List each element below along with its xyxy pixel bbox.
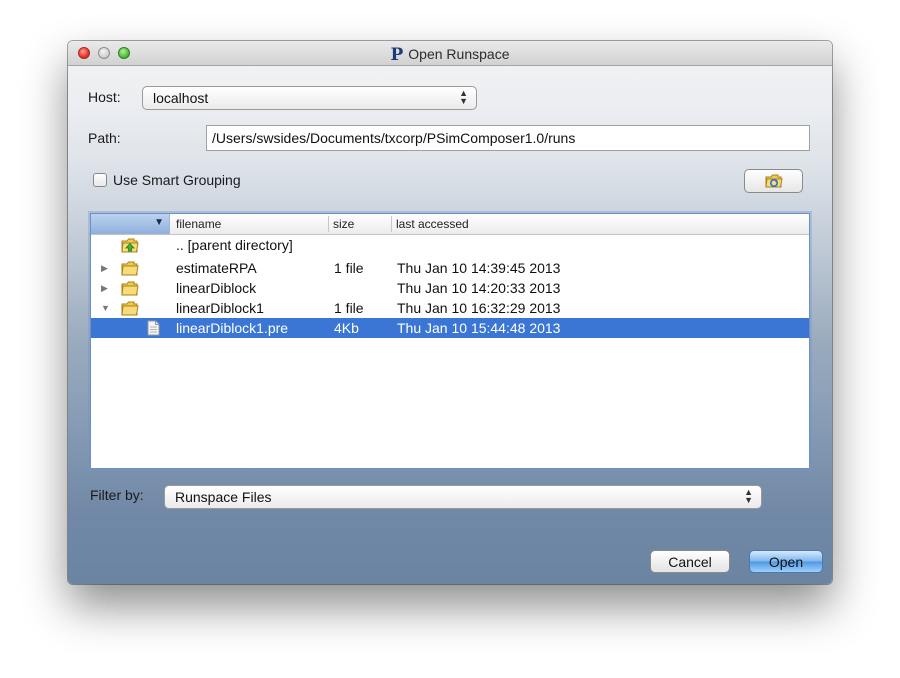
table-row[interactable]: ▼ linearDiblock1 1 file Thu Jan 10 16:32…: [91, 298, 809, 318]
table-row-selected[interactable]: linearDiblock1.pre 4Kb Thu Jan 10 15:44:…: [91, 318, 809, 338]
host-select[interactable]: localhost ▲ ▼: [142, 86, 477, 110]
folder-icon: [121, 281, 139, 296]
filter-select[interactable]: Runspace Files ▲ ▼: [164, 485, 762, 509]
table-row[interactable]: ▶ linearDiblock Thu Jan 10 14:20:33 2013: [91, 278, 809, 298]
size-cell: 4Kb: [334, 320, 359, 336]
filename-cell: linearDiblock1: [176, 300, 264, 316]
filename-cell: .. [parent directory]: [176, 237, 293, 253]
select-arrows-icon: ▲ ▼: [744, 487, 753, 505]
open-button[interactable]: Open: [749, 550, 823, 573]
last-accessed-cell: Thu Jan 10 14:39:45 2013: [397, 260, 561, 276]
table-row[interactable]: ▶ estimateRPA 1 file Thu Jan 10 14:39:45…: [91, 258, 809, 278]
folder-icon: [121, 261, 139, 276]
smart-grouping-checkbox[interactable]: [93, 173, 107, 187]
folder-refresh-icon: [765, 174, 783, 188]
host-label: Host:: [88, 89, 121, 105]
filename-cell: linearDiblock: [176, 280, 257, 296]
file-table[interactable]: ▼ filename size last accessed .. [parent…: [90, 213, 810, 469]
open-runspace-dialog: P Open Runspace Host: localhost ▲ ▼ Path: …: [68, 41, 832, 584]
smart-grouping-label[interactable]: Use Smart Grouping: [113, 172, 241, 188]
column-divider[interactable]: [391, 216, 392, 232]
expand-arrow-icon[interactable]: ▶: [101, 263, 108, 274]
filename-cell: linearDiblock1.pre: [176, 320, 289, 336]
column-header-filename[interactable]: filename: [176, 217, 221, 231]
window-title-text: Open Runspace: [408, 46, 510, 62]
app-logo-icon: P: [390, 45, 404, 65]
path-label: Path:: [88, 130, 121, 146]
folder-icon: [121, 301, 139, 316]
filename-cell: estimateRPA: [176, 260, 257, 276]
column-header-size[interactable]: size: [333, 217, 354, 231]
file-icon: [147, 320, 160, 336]
title-bar[interactable]: P Open Runspace: [68, 41, 832, 66]
browse-folder-button[interactable]: [744, 169, 803, 193]
parent-folder-icon: [121, 238, 139, 253]
last-accessed-cell: Thu Jan 10 15:44:48 2013: [397, 320, 561, 336]
expand-arrow-icon[interactable]: ▶: [101, 283, 108, 294]
table-row-parent-directory[interactable]: .. [parent directory]: [91, 235, 809, 255]
column-divider[interactable]: [328, 216, 329, 232]
size-cell: 1 file: [334, 300, 364, 316]
sort-descending-icon: ▼: [154, 217, 164, 228]
window-title: P Open Runspace: [68, 45, 832, 65]
sort-column-header[interactable]: ▼: [91, 214, 170, 234]
last-accessed-cell: Thu Jan 10 14:20:33 2013: [397, 280, 561, 296]
filter-select-value: Runspace Files: [175, 489, 272, 505]
table-header: ▼ filename size last accessed: [91, 214, 809, 235]
cancel-button[interactable]: Cancel: [650, 550, 730, 573]
collapse-arrow-icon[interactable]: ▼: [101, 303, 110, 313]
column-header-last-accessed[interactable]: last accessed: [396, 217, 469, 231]
last-accessed-cell: Thu Jan 10 16:32:29 2013: [397, 300, 561, 316]
path-field[interactable]: /Users/swsides/Documents/txcorp/PSimComp…: [206, 125, 810, 151]
filter-label: Filter by:: [90, 487, 144, 503]
select-arrows-icon: ▲ ▼: [459, 88, 468, 106]
host-select-value: localhost: [153, 90, 209, 106]
size-cell: 1 file: [334, 260, 364, 276]
